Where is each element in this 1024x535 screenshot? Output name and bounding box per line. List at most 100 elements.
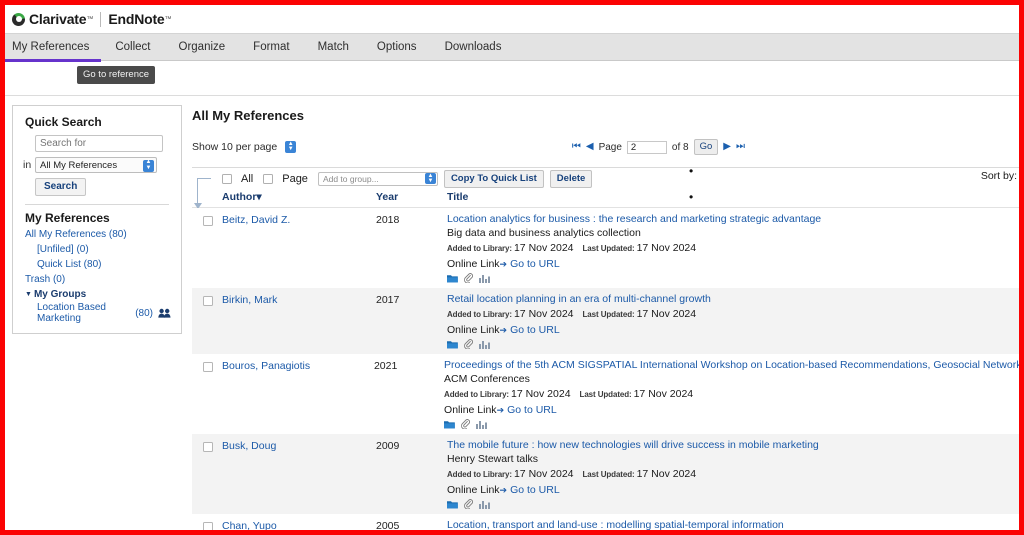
table-row[interactable]: Busk, Doug 2009 The mobile future : how … [192, 434, 1019, 514]
main-navigation: My References Collect Organize Format Ma… [5, 33, 1019, 62]
sidebar-item-location-based-marketing[interactable]: Location Based Marketing (80) [37, 302, 171, 324]
pagination-controls: ⏮ ◀ Page of 8 Go ▶ ⏭ [572, 139, 745, 155]
added-value: 17 Nov 2024 [513, 242, 574, 254]
column-header-author[interactable]: Author▾ [222, 191, 376, 203]
updated-value: 17 Nov 2024 [636, 308, 697, 320]
updated-label: Last Updated: [582, 244, 635, 253]
bar-chart-icon[interactable] [479, 270, 490, 288]
row-link-line: Online Link➔ Go to URL [447, 256, 1019, 271]
bar-chart-icon[interactable] [479, 336, 490, 354]
row-title-cell: Location analytics for business : the re… [447, 213, 1019, 284]
arrow-right-icon: ➔ [499, 485, 508, 495]
my-groups-heading[interactable]: ▼ My Groups [25, 289, 171, 300]
list-toolbar: Show 10 per page ▲▼ ⏮ ◀ Page of 8 Go ▶ ⏭ [192, 137, 1019, 157]
column-header-title[interactable]: Title [447, 191, 1019, 203]
added-value: 17 Nov 2024 [511, 388, 571, 400]
chevron-updown-icon[interactable]: ▲ ▼ [143, 159, 154, 172]
chevron-updown-icon-perpage[interactable]: ▲ ▼ [285, 141, 297, 153]
sub-header-band [5, 61, 1019, 96]
table-row[interactable]: Beitz, David Z. 2018 Location analytics … [192, 208, 1019, 288]
select-page-checkbox[interactable] [263, 173, 274, 184]
added-value: 17 Nov 2024 [513, 468, 574, 480]
select-all-checkbox[interactable] [222, 173, 232, 184]
search-input[interactable] [35, 135, 163, 152]
search-scope-row: in All My References ▲ ▼ [23, 157, 171, 173]
row-author[interactable]: Bouros, Panagiotis [222, 359, 374, 430]
row-title-cell: Retail location planning in an era of mu… [447, 293, 1019, 350]
delete-button[interactable]: Delete [549, 169, 593, 188]
go-to-reference-tooltip: Go to reference [77, 66, 156, 84]
bar-chart-icon[interactable] [479, 496, 490, 514]
sidebar-item-trash[interactable]: Trash (0) [25, 273, 171, 286]
paperclip-icon[interactable] [464, 336, 474, 354]
row-checkbox[interactable] [203, 216, 213, 226]
copy-to-quick-list-button[interactable]: Copy To Quick List [443, 169, 544, 188]
nav-item-match[interactable]: Match [304, 33, 363, 61]
column-header-author-label: Author [222, 191, 257, 203]
row-checkbox[interactable] [203, 362, 213, 372]
sidebar-item-all-my-references[interactable]: All My References (80) [25, 228, 171, 241]
show-per-page-select[interactable]: Show 10 per page ▲ ▼ [192, 141, 297, 153]
row-year: 2018 [376, 214, 400, 226]
chevron-updown-icon-addgroup[interactable]: ▲ ▼ [424, 173, 436, 184]
row-title[interactable]: The mobile future : how new technologies… [447, 439, 1019, 452]
go-to-url-link[interactable]: Go to URL [510, 484, 560, 496]
folder-icon[interactable] [444, 416, 455, 434]
nav-item-my-references[interactable]: My References [5, 33, 102, 62]
go-to-url-link[interactable]: Go to URL [510, 258, 560, 270]
table-row[interactable]: Birkin, Mark 2017 Retail location planni… [192, 288, 1019, 354]
nav-item-format[interactable]: Format [239, 33, 303, 61]
my-references-heading: My References [25, 211, 110, 225]
row-title[interactable]: Location analytics for business : the re… [447, 213, 1019, 226]
row-checkbox[interactable] [203, 442, 213, 452]
row-link-line: Online Link➔ Go to URL [447, 322, 1019, 337]
paperclip-icon[interactable] [464, 496, 474, 514]
row-title[interactable]: Retail location planning in an era of mu… [447, 293, 1019, 306]
go-to-url-link[interactable]: Go to URL [510, 324, 560, 336]
sidebar-item-unfiled[interactable]: [Unfiled] (0) [37, 243, 171, 256]
next-page-icon[interactable]: ▶ [723, 142, 731, 152]
sidebar-item-quick-list[interactable]: Quick List (80) [37, 258, 171, 271]
folder-icon[interactable] [447, 496, 458, 514]
row-title-cell: Location, transport and land-use : model… [447, 519, 1019, 530]
row-author[interactable]: Beitz, David Z. [222, 213, 376, 284]
nav-item-options[interactable]: Options [363, 33, 431, 61]
nav-item-collect[interactable]: Collect [101, 33, 164, 61]
go-to-url-link[interactable]: Go to URL [507, 404, 557, 416]
column-header-year[interactable]: Year [376, 191, 447, 203]
search-button[interactable]: Search [35, 178, 87, 196]
search-scope-select[interactable]: All My References ▲ ▼ [35, 157, 157, 173]
row-link-line: Online Link➔ Go to URL [447, 482, 1019, 497]
row-title[interactable]: Location, transport and land-use : model… [447, 519, 1019, 530]
added-label: Added to Library: [447, 310, 512, 319]
row-icons [444, 417, 1019, 430]
paperclip-icon[interactable] [464, 270, 474, 288]
row-checkbox[interactable] [203, 522, 213, 530]
last-page-icon[interactable]: ⏭ [736, 142, 745, 152]
updated-value: 17 Nov 2024 [636, 242, 697, 254]
folder-icon[interactable] [447, 336, 458, 354]
nav-item-downloads[interactable]: Downloads [431, 33, 516, 61]
prev-page-icon[interactable]: ◀ [586, 142, 594, 152]
group-count-label: (80) [135, 307, 153, 319]
paperclip-icon[interactable] [461, 416, 471, 434]
row-title[interactable]: Proceedings of the 5th ACM SIGSPATIAL In… [444, 359, 1019, 372]
select-page-label: Page [282, 172, 308, 185]
row-checkbox[interactable] [203, 296, 213, 306]
bar-chart-icon[interactable] [476, 416, 488, 434]
online-link-label: Online Link [444, 404, 497, 416]
people-group-icon[interactable] [158, 308, 171, 318]
go-button[interactable]: Go [693, 139, 719, 155]
add-to-group-select[interactable]: Add to group... ▲ ▼ [317, 171, 438, 186]
page-number-input[interactable] [626, 140, 667, 154]
table-row[interactable]: Chan, Yupo 2005 Location, transport and … [192, 514, 1019, 530]
row-author[interactable]: Busk, Doug [222, 439, 376, 510]
folder-icon[interactable] [447, 270, 458, 288]
nav-item-organize[interactable]: Organize [165, 33, 240, 61]
row-author[interactable]: Chan, Yupo [222, 519, 376, 530]
row-author[interactable]: Birkin, Mark [222, 293, 376, 350]
updated-label: Last Updated: [579, 390, 632, 399]
row-year: 2009 [376, 440, 400, 452]
table-row[interactable]: Bouros, Panagiotis 2021 Proceedings of t… [192, 354, 1019, 434]
first-page-icon[interactable]: ⏮ [572, 142, 581, 152]
